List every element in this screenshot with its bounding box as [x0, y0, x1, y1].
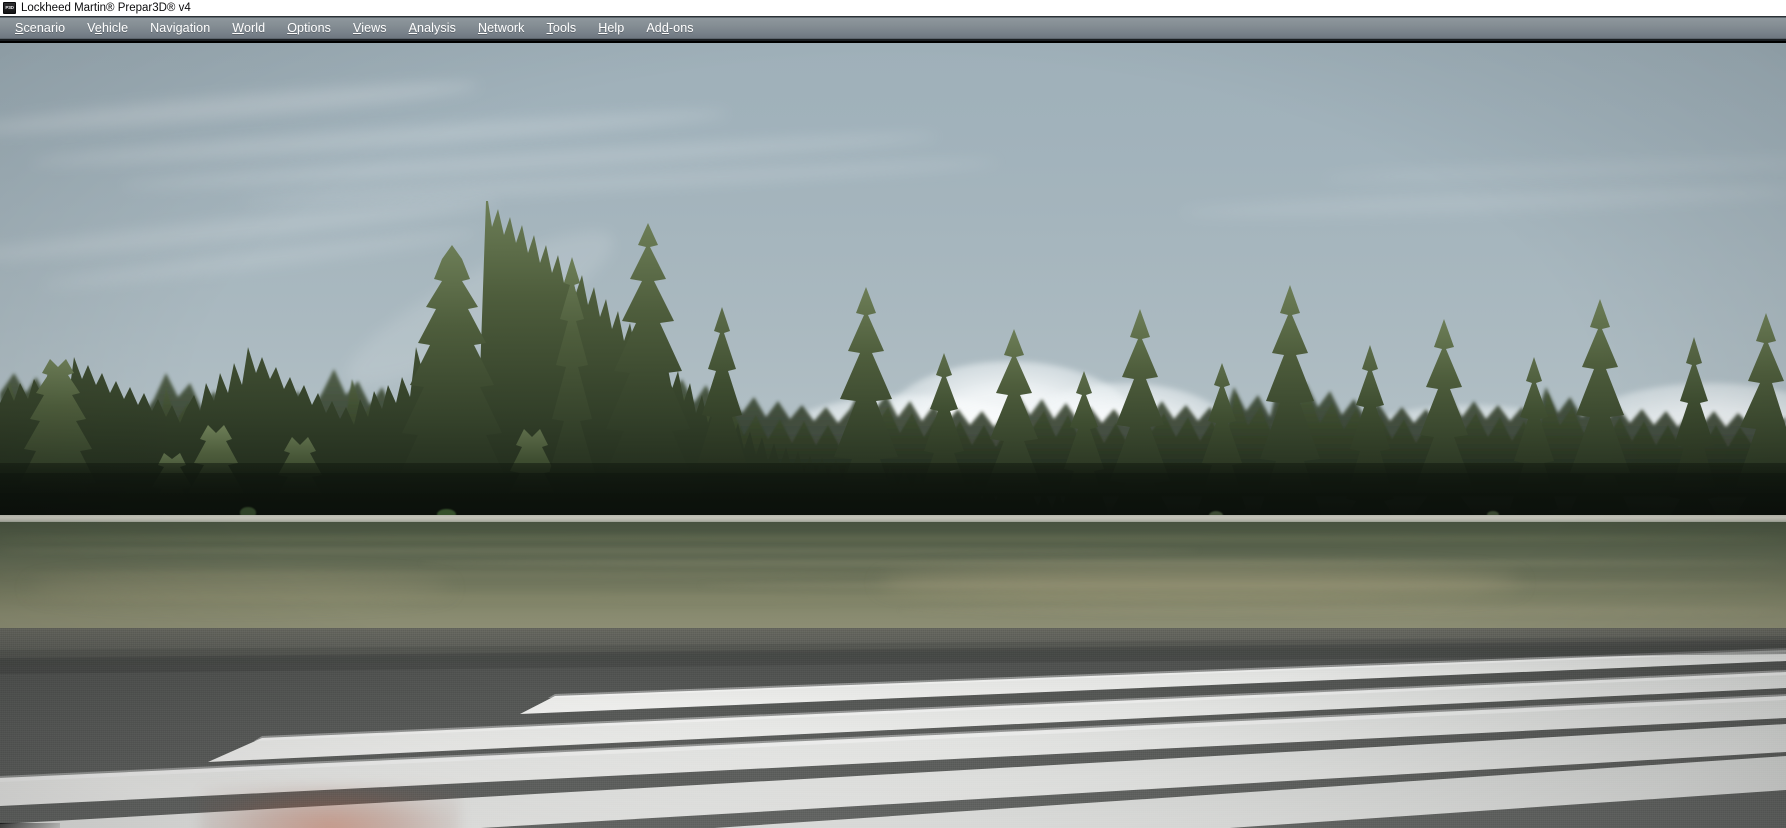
menu-item-navigation[interactable]: Navigation: [139, 18, 221, 40]
application-window: P3D Lockheed Martin® Prepar3D® v4 Scenar…: [0, 0, 1786, 828]
menu-bar: Scenario Vehicle Navigation World Options Vie…: [0, 17, 1786, 41]
grass-dry-patch: [880, 566, 1520, 600]
app-icon-label: P3D: [5, 4, 14, 11]
treeline-base-shadow: [0, 463, 1786, 519]
menu-item-network[interactable]: Network: [467, 18, 536, 40]
menu-item-options[interactable]: Options: [276, 18, 342, 40]
menu-item-tools[interactable]: Tools: [536, 18, 588, 40]
title-bar: P3D Lockheed Martin® Prepar3D® v4: [0, 0, 1786, 17]
menu-item-views[interactable]: Views: [342, 18, 398, 40]
grass-streak: [900, 606, 1786, 615]
runway-surface: [0, 628, 1786, 828]
grass-field: [0, 522, 1786, 634]
menu-item-analysis[interactable]: Analysis: [398, 18, 467, 40]
grass-streak: [0, 548, 1200, 553]
grass-dry-patch: [30, 574, 450, 602]
window-title: Lockheed Martin® Prepar3D® v4: [21, 2, 191, 14]
menu-item-vehicle[interactable]: Vehicle: [76, 18, 139, 40]
grass-streak: [0, 536, 1786, 541]
p3d-app-icon[interactable]: P3D: [3, 2, 16, 14]
horizon-apron-strip: [0, 515, 1786, 522]
menu-item-addons[interactable]: Add-ons: [635, 18, 704, 40]
menu-item-scenario[interactable]: Scenario: [4, 18, 76, 40]
simulation-viewport[interactable]: [0, 43, 1786, 828]
menu-item-world[interactable]: World: [221, 18, 276, 40]
menu-item-help[interactable]: Help: [587, 18, 635, 40]
grass-streak: [420, 560, 1786, 566]
